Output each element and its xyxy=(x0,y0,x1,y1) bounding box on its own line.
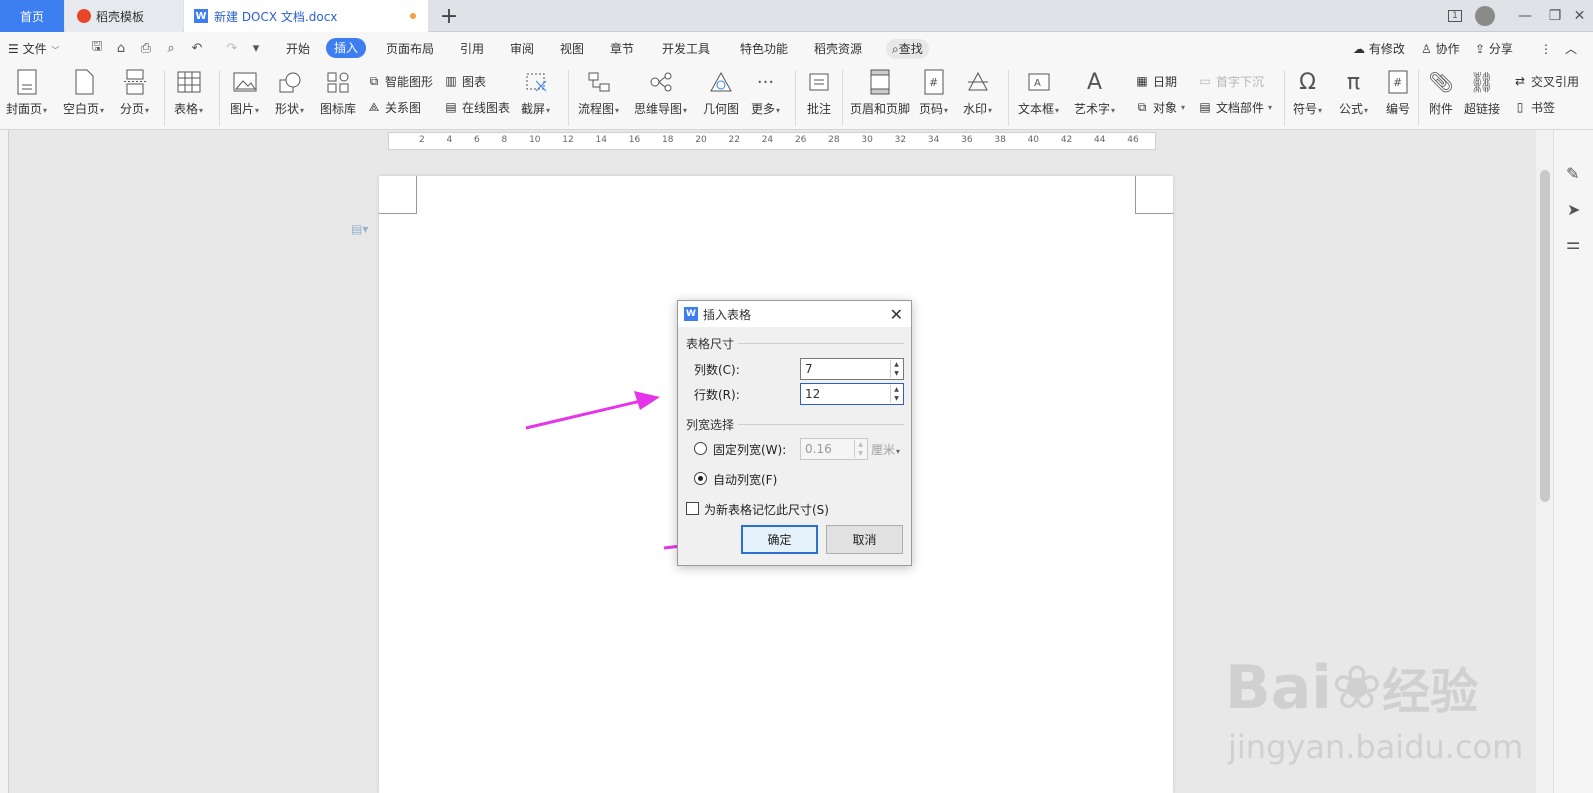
right-tool-panel: ✎ ➤ ⚌ xyxy=(1553,130,1593,793)
dialog-title-bar[interactable]: W 插入表格 ✕ xyxy=(678,301,911,327)
rows-stepper[interactable]: 12 ▲ ▼ xyxy=(800,383,904,405)
cursor-icon[interactable]: ➤ xyxy=(1567,200,1580,219)
fixed-width-label: 固定列宽(W): xyxy=(713,443,787,457)
chevron-up-icon[interactable]: ▲ xyxy=(894,386,899,393)
unit-label: 厘米 xyxy=(871,443,896,457)
columns-label: 列数(C): xyxy=(694,363,740,377)
chevron-down-icon[interactable]: ▼ xyxy=(858,450,863,457)
watermark-brand: Bai xyxy=(1225,653,1332,723)
rows-label: 行数(R): xyxy=(694,388,740,402)
unit-select[interactable]: 厘米▾ xyxy=(871,441,900,458)
rows-value: 12 xyxy=(805,387,821,401)
chevron-up-icon[interactable]: ▲ xyxy=(858,441,863,448)
remember-size-checkbox[interactable] xyxy=(686,502,699,515)
group-divider xyxy=(738,343,904,344)
fixed-width-value: 0.16 xyxy=(805,442,832,456)
annotation-arrow-head xyxy=(634,391,660,410)
columns-stepper-arrows[interactable]: ▲ ▼ xyxy=(890,360,902,378)
paw-icon: ❀ xyxy=(1331,653,1383,723)
auto-width-label: 自动列宽(F) xyxy=(713,473,778,487)
annotation-arrow-line xyxy=(525,398,646,430)
chevron-up-icon[interactable]: ▲ xyxy=(894,361,899,368)
fixed-width-stepper[interactable]: 0.16 ▲ ▼ xyxy=(800,438,868,460)
size-group-label: 表格尺寸 xyxy=(686,337,735,351)
watermark-url: jingyan.baidu.com xyxy=(1228,728,1524,766)
chevron-down-icon[interactable]: ▼ xyxy=(894,370,899,377)
fixed-width-stepper-arrows[interactable]: ▲ ▼ xyxy=(854,440,866,458)
insert-table-dialog: W 插入表格 ✕ 表格尺寸 列数(C): 7 ▲ ▼ 行数(R): 12 ▲ ▼ 列… xyxy=(677,300,912,566)
columns-value: 7 xyxy=(805,362,813,376)
columns-stepper[interactable]: 7 ▲ ▼ xyxy=(800,358,904,380)
wps-dialog-icon: W xyxy=(684,307,698,321)
width-group-label: 列宽选择 xyxy=(686,418,735,432)
remember-size-label: 为新表格记忆此尺寸(S) xyxy=(704,503,829,517)
ok-button[interactable]: 确定 xyxy=(741,525,818,554)
scrollbar-thumb[interactable] xyxy=(1540,170,1550,502)
baidu-watermark-text: Bai❀经验 xyxy=(1225,652,1478,723)
group-divider xyxy=(738,424,904,425)
watermark-brand2: 经验 xyxy=(1382,664,1479,720)
dialog-title: 插入表格 xyxy=(703,307,752,322)
vertical-scrollbar[interactable] xyxy=(1536,130,1553,793)
fixed-width-radio[interactable] xyxy=(694,442,707,455)
pen-icon[interactable]: ✎ xyxy=(1566,164,1579,183)
chevron-down-icon[interactable]: ▼ xyxy=(894,395,899,402)
adjust-icon[interactable]: ⚌ xyxy=(1566,234,1580,253)
close-icon[interactable]: ✕ xyxy=(890,305,903,324)
rows-stepper-arrows[interactable]: ▲ ▼ xyxy=(890,385,902,403)
auto-width-radio[interactable] xyxy=(694,472,707,485)
cancel-button[interactable]: 取消 xyxy=(826,525,903,554)
